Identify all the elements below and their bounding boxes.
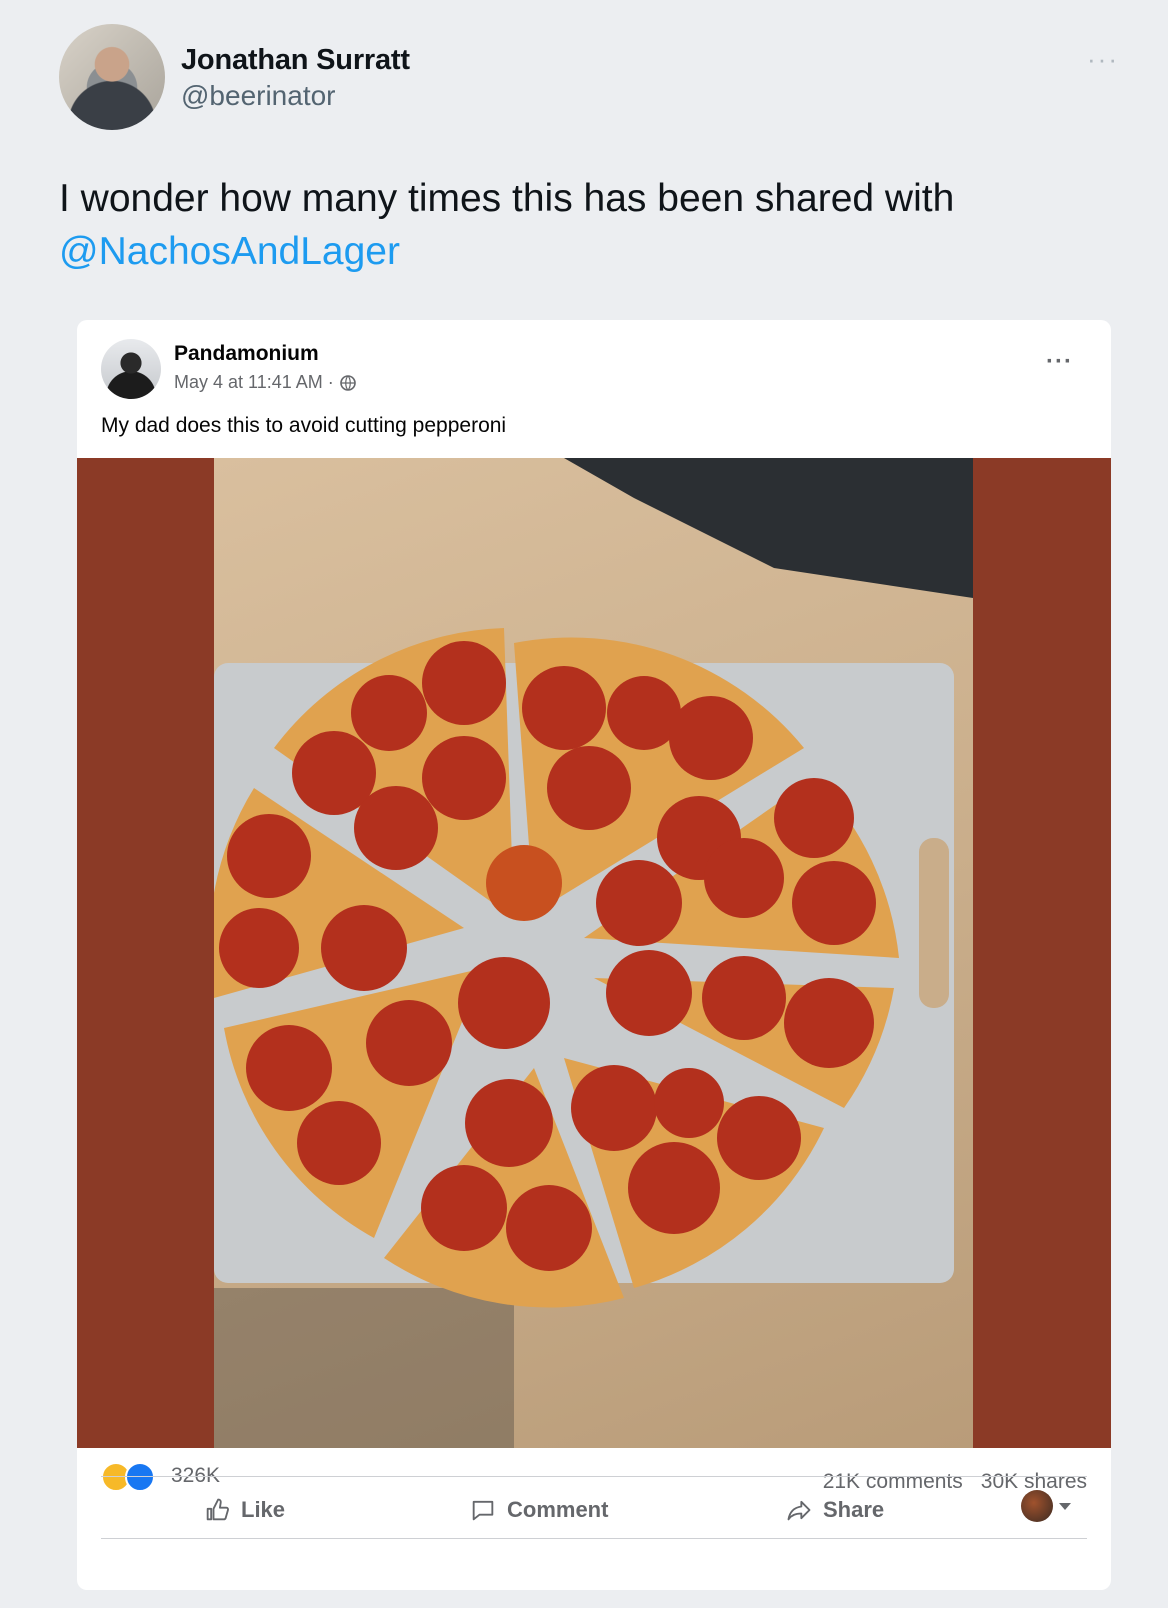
share-as-selector[interactable] (1021, 1490, 1071, 1522)
embedded-facebook-post[interactable]: Pandamonium May 4 at 11:41 AM · ··· My d… (77, 320, 1111, 1590)
comment-label: Comment (507, 1497, 609, 1522)
globe-icon (339, 374, 356, 391)
more-options-icon[interactable]: ··· (1087, 44, 1119, 75)
share-icon (787, 1500, 811, 1521)
post-more-icon[interactable]: ··· (1046, 348, 1073, 376)
user-avatar (1021, 1490, 1053, 1522)
like-label: Like (241, 1497, 286, 1522)
post-timestamp[interactable]: May 4 at 11:41 AM · (174, 372, 334, 393)
tweet-text: I wonder how many times this has been sh… (59, 172, 1109, 278)
comment-icon (472, 1500, 494, 1521)
like-icon (125, 1462, 155, 1492)
thumbs-up-icon (206, 1498, 229, 1521)
author-avatar[interactable] (59, 24, 165, 130)
divider (101, 1476, 1087, 1477)
page-avatar[interactable] (101, 339, 161, 399)
comment-button[interactable]: Comment (469, 1488, 608, 1532)
page-name[interactable]: Pandamonium (174, 342, 319, 366)
post-meta: May 4 at 11:41 AM · (174, 372, 356, 393)
tweet-body: I wonder how many times this has been sh… (59, 177, 955, 220)
chevron-down-icon (1059, 1502, 1071, 1510)
tweet-header: Jonathan Surratt @beerinator ··· (59, 24, 1119, 134)
share-button[interactable]: Share (785, 1488, 884, 1532)
author-name[interactable]: Jonathan Surratt (181, 44, 410, 77)
mention-link[interactable]: @NachosAndLager (59, 230, 400, 273)
like-button[interactable]: Like (203, 1488, 285, 1532)
share-label: Share (823, 1497, 885, 1522)
post-caption: My dad does this to avoid cutting pepper… (101, 414, 507, 437)
pizza-illustration (214, 458, 973, 1448)
author-handle[interactable]: @beerinator (181, 80, 336, 112)
photo-container[interactable] (77, 458, 1111, 1448)
pizza-photo[interactable] (214, 458, 973, 1448)
divider (101, 1538, 1087, 1539)
